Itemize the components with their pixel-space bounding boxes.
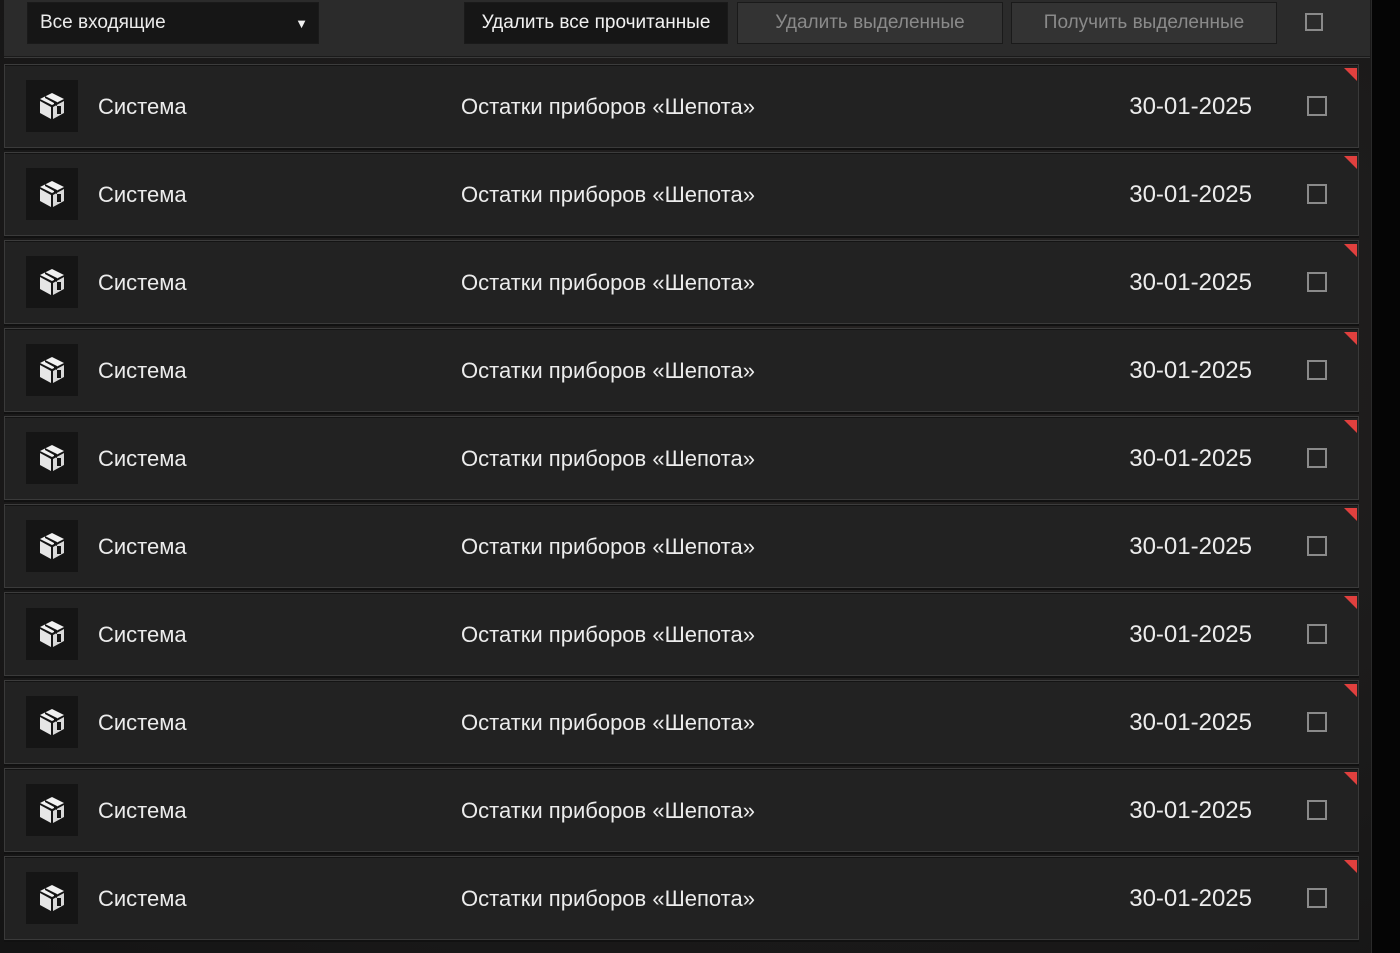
select-all-checkbox[interactable] [1305,13,1323,31]
message-row[interactable]: Система Остатки приборов «Шепота» 30-01-… [4,64,1359,148]
unread-marker [1344,68,1357,81]
unread-marker [1344,860,1357,873]
message-sender: Система [98,534,187,559]
message-sender: Система [98,886,187,911]
message-subject: Остатки приборов «Шепота» [461,534,755,559]
message-checkbox[interactable] [1307,448,1327,468]
message-sender: Система [98,798,187,823]
package-icon [26,872,78,924]
message-subject: Остатки приборов «Шепота» [461,358,755,383]
unread-marker [1344,156,1357,169]
dropdown-arrow-icon: ▼ [295,16,308,31]
mail-toolbar: Все входящие ▼ Удалить все прочитанные У… [4,0,1370,58]
message-row[interactable]: Система Остатки приборов «Шепота» 30-01-… [4,504,1359,588]
inbox-filter-select[interactable]: Все входящие ▼ [27,2,319,44]
message-subject: Остатки приборов «Шепота» [461,798,755,823]
unread-marker [1344,420,1357,433]
message-date: 30-01-2025 [1129,93,1252,120]
package-icon [26,344,78,396]
message-subject: Остатки приборов «Шепота» [461,886,755,911]
package-icon [26,432,78,484]
message-checkbox[interactable] [1307,536,1327,556]
message-checkbox[interactable] [1307,888,1327,908]
message-sender: Система [98,358,187,383]
message-checkbox[interactable] [1307,96,1327,116]
unread-marker [1344,772,1357,785]
message-date: 30-01-2025 [1129,445,1252,472]
message-subject: Остатки приборов «Шепота» [461,182,755,207]
get-selected-button[interactable]: Получить выделенные [1011,2,1277,44]
message-row[interactable]: Система Остатки приборов «Шепота» 30-01-… [4,328,1359,412]
delete-all-read-button[interactable]: Удалить все прочитанные [464,2,728,44]
mail-window: Все входящие ▼ Удалить все прочитанные У… [0,0,1400,953]
message-subject: Остатки приборов «Шепота» [461,270,755,295]
message-checkbox[interactable] [1307,360,1327,380]
window-edge [1371,0,1400,953]
unread-marker [1344,596,1357,609]
inbox-filter-value: Все входящие [40,12,166,33]
message-subject: Остатки приборов «Шепота» [461,622,755,647]
message-row[interactable]: Система Остатки приборов «Шепота» 30-01-… [4,240,1359,324]
message-date: 30-01-2025 [1129,709,1252,736]
package-icon [26,608,78,660]
package-icon [26,696,78,748]
message-checkbox[interactable] [1307,272,1327,292]
message-sender: Система [98,446,187,471]
unread-marker [1344,332,1357,345]
message-checkbox[interactable] [1307,712,1327,732]
message-date: 30-01-2025 [1129,533,1252,560]
message-date: 30-01-2025 [1129,885,1252,912]
message-row[interactable]: Система Остатки приборов «Шепота» 30-01-… [4,592,1359,676]
message-date: 30-01-2025 [1129,357,1252,384]
message-sender: Система [98,710,187,735]
message-row[interactable]: Система Остатки приборов «Шепота» 30-01-… [4,768,1359,852]
package-icon [26,80,78,132]
message-row[interactable]: Система Остатки приборов «Шепота» 30-01-… [4,680,1359,764]
message-date: 30-01-2025 [1129,181,1252,208]
message-row[interactable]: Система Остатки приборов «Шепота» 30-01-… [4,152,1359,236]
package-icon [26,168,78,220]
message-date: 30-01-2025 [1129,797,1252,824]
message-checkbox[interactable] [1307,624,1327,644]
message-sender: Система [98,182,187,207]
message-date: 30-01-2025 [1129,621,1252,648]
message-checkbox[interactable] [1307,184,1327,204]
message-date: 30-01-2025 [1129,269,1252,296]
message-subject: Остатки приборов «Шепота» [461,446,755,471]
unread-marker [1344,684,1357,697]
message-subject: Остатки приборов «Шепота» [461,94,755,119]
message-row[interactable]: Система Остатки приборов «Шепота» 30-01-… [4,856,1359,940]
message-subject: Остатки приборов «Шепота» [461,710,755,735]
package-icon [26,520,78,572]
unread-marker [1344,244,1357,257]
message-sender: Система [98,622,187,647]
message-row[interactable]: Система Остатки приборов «Шепота» 30-01-… [4,416,1359,500]
message-sender: Система [98,270,187,295]
package-icon [26,784,78,836]
unread-marker [1344,508,1357,521]
package-icon [26,256,78,308]
message-checkbox[interactable] [1307,800,1327,820]
message-sender: Система [98,94,187,119]
delete-selected-button[interactable]: Удалить выделенные [737,2,1003,44]
